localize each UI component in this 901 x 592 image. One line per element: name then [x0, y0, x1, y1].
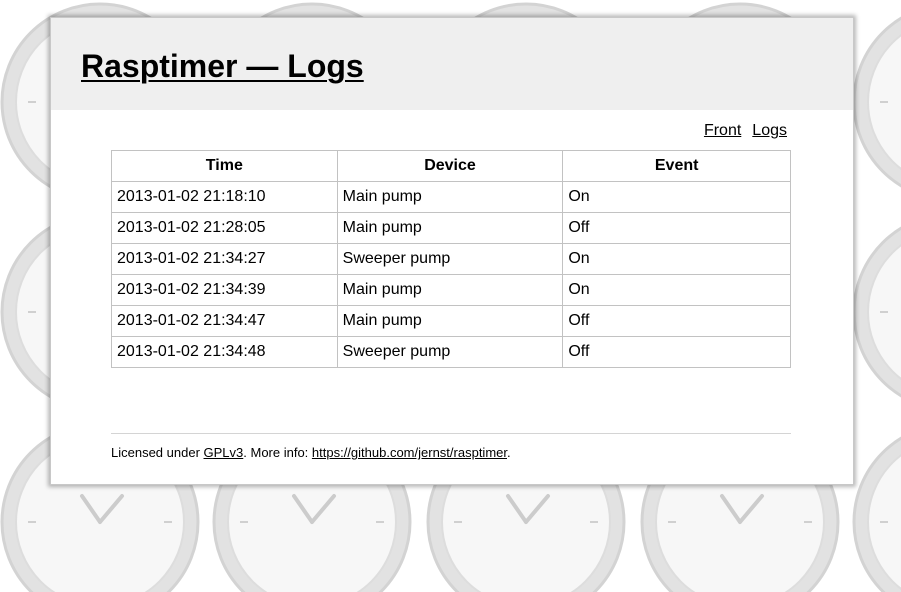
- table-row: 2013-01-02 21:34:47 Main pump Off: [111, 305, 791, 337]
- table-row: 2013-01-02 21:34:48 Sweeper pump Off: [111, 336, 791, 368]
- cell-event: Off: [562, 336, 791, 368]
- nav-logs-link[interactable]: Logs: [752, 122, 787, 139]
- cell-time: 2013-01-02 21:34:27: [111, 243, 338, 275]
- license-link[interactable]: GPLv3: [204, 445, 244, 460]
- cell-device: Main pump: [336, 181, 564, 213]
- table-row: 2013-01-02 21:34:27 Sweeper pump On: [111, 243, 791, 275]
- cell-event: Off: [562, 212, 791, 244]
- content-card: Rasptimer — Logs Front Logs Time Device E…: [50, 17, 854, 485]
- cell-event: On: [562, 181, 791, 213]
- cell-event: Off: [562, 305, 791, 337]
- nav-front-link[interactable]: Front: [704, 122, 741, 139]
- page-title: Rasptimer — Logs: [81, 48, 364, 84]
- cell-time: 2013-01-02 21:34:47: [111, 305, 338, 337]
- github-link[interactable]: https://github.com/jernst/rasptimer: [312, 445, 507, 460]
- table-row: 2013-01-02 21:18:10 Main pump On: [111, 181, 791, 213]
- clock-icon: [852, 16, 901, 188]
- cell-device: Sweeper pump: [336, 336, 564, 368]
- footer-license-prefix: Licensed under: [111, 445, 204, 460]
- footer-divider: [111, 433, 791, 434]
- page-title-link[interactable]: Rasptimer — Logs: [81, 48, 364, 84]
- cell-time: 2013-01-02 21:34:48: [111, 336, 338, 368]
- column-header-event: Event: [562, 150, 791, 182]
- cell-event: On: [562, 243, 791, 275]
- cell-device: Main pump: [336, 305, 564, 337]
- cell-time: 2013-01-02 21:34:39: [111, 274, 338, 306]
- page-header: Rasptimer — Logs: [51, 18, 853, 110]
- footer: Licensed under GPLv3. More info: https:/…: [111, 445, 511, 461]
- cell-device: Main pump: [336, 212, 564, 244]
- logs-table: Time Device Event 2013-01-02 21:18:10 Ma…: [111, 150, 791, 368]
- cell-device: Main pump: [336, 274, 564, 306]
- top-nav: Front Logs: [693, 121, 787, 141]
- cell-event: On: [562, 274, 791, 306]
- column-header-device: Device: [336, 150, 564, 182]
- cell-device: Sweeper pump: [336, 243, 564, 275]
- table-row: 2013-01-02 21:34:39 Main pump On: [111, 274, 791, 306]
- table-header-row: Time Device Event: [111, 150, 791, 182]
- table-row: 2013-01-02 21:28:05 Main pump Off: [111, 212, 791, 244]
- footer-suffix: .: [507, 445, 511, 460]
- footer-info-prefix: . More info:: [243, 445, 312, 460]
- column-header-time: Time: [111, 150, 338, 182]
- cell-time: 2013-01-02 21:18:10: [111, 181, 338, 213]
- clock-icon: [852, 226, 901, 398]
- clock-icon: [852, 436, 901, 592]
- cell-time: 2013-01-02 21:28:05: [111, 212, 338, 244]
